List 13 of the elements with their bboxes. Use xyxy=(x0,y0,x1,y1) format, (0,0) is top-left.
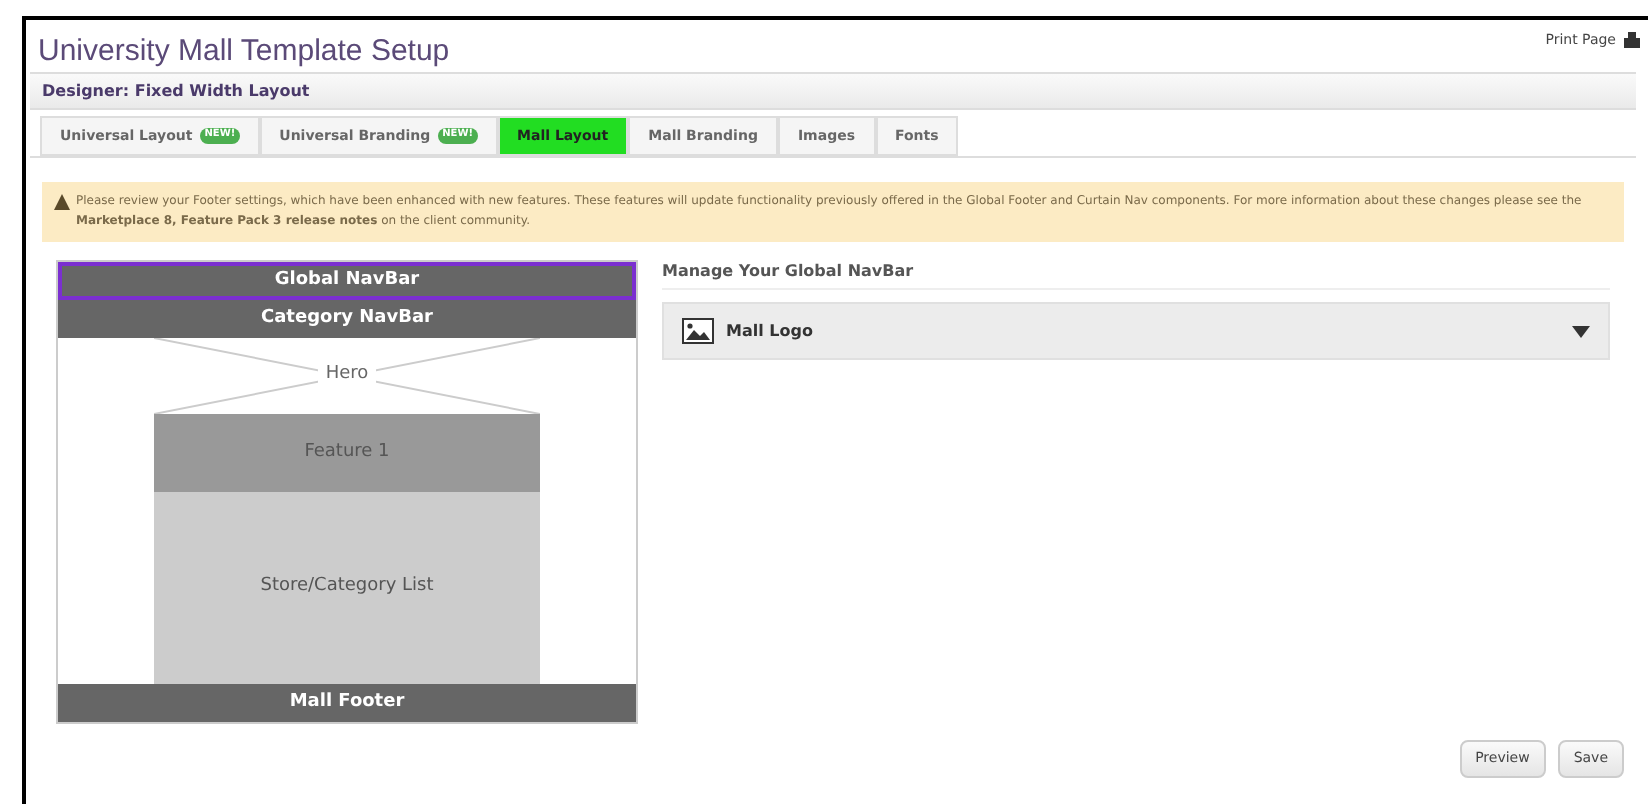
list-block[interactable]: Store/Category List xyxy=(154,492,540,684)
printer-icon xyxy=(1624,32,1640,49)
layout-bar[interactable]: Mall Footer xyxy=(58,684,636,722)
layout-bar[interactable]: Category NavBar xyxy=(58,300,636,338)
designer-title: Designer: Fixed Width Layout xyxy=(42,79,310,103)
panel-heading: Manage Your Global NavBar xyxy=(662,260,1610,290)
image-icon xyxy=(682,318,714,344)
accordion-item[interactable]: Mall Logo xyxy=(662,302,1610,360)
hero-placeholder[interactable]: Hero xyxy=(154,338,540,414)
warning-icon xyxy=(54,194,70,210)
page-title: University Mall Template Setup xyxy=(38,32,450,72)
layout-bar[interactable]: Global NavBar xyxy=(58,262,636,300)
dropdown-caret-icon xyxy=(1572,325,1590,337)
